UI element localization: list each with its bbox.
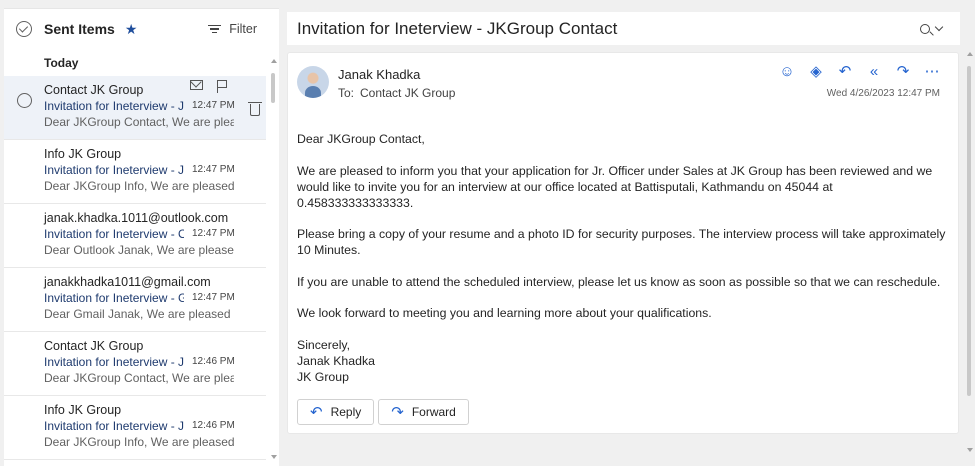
reply-icon[interactable]: ↶: [837, 64, 853, 80]
message-sender: Info JK Group: [44, 147, 122, 161]
scroll-up-icon[interactable]: [967, 52, 973, 56]
scroll-down-icon[interactable]: [967, 448, 973, 452]
favorite-star-icon[interactable]: ★: [125, 21, 138, 38]
forward-icon[interactable]: ↷: [895, 64, 911, 80]
emoji-icon[interactable]: ☺: [779, 64, 795, 80]
delete-icon[interactable]: [248, 102, 262, 116]
scroll-thumb[interactable]: [271, 73, 275, 103]
message-preview: Dear Outlook Janak, We are pleased to in…: [44, 243, 234, 257]
message-time: 12:46 PM: [192, 356, 235, 367]
more-icon[interactable]: ⋯: [924, 64, 940, 80]
zoom-button[interactable]: [920, 22, 944, 34]
message-sender: janak.khadka.1011@outlook.com: [44, 211, 229, 225]
message-subject: Invitation for Ineterview - JKGroup Cont…: [44, 99, 184, 113]
message-preview: Dear Gmail Janak, We are pleased to info…: [44, 307, 234, 321]
message-sender: Contact JK Group: [44, 83, 144, 97]
message-item[interactable]: Info JK Group Invitation for Ineterview …: [4, 140, 266, 204]
select-radio-icon[interactable]: [17, 93, 32, 108]
signoff-line: Sincerely,: [297, 337, 351, 352]
message-item[interactable]: Info JK Group Invitation for Ineterview …: [4, 396, 266, 460]
message-time: 12:47 PM: [192, 164, 235, 175]
message-item[interactable]: janak.khadka.1011@outlook.com Invitation…: [4, 204, 266, 268]
message-subject: Invitation for Ineterview - JKGroup Info: [44, 419, 184, 433]
reply-button[interactable]: ↶ Reply: [297, 399, 375, 425]
filter-button[interactable]: Filter: [207, 22, 257, 36]
reply-icon: ↶: [310, 404, 323, 421]
select-all-check-icon[interactable]: [16, 21, 32, 37]
signoff: Sincerely, Janak Khadka JK Group: [297, 337, 947, 385]
message-item[interactable]: Contact JK Group Invitation for Inetervi…: [4, 332, 266, 396]
message-preview: Dear JKGroup Info, We are pleased to inf…: [44, 435, 234, 449]
message-item[interactable]: Contact JK Group Invitation for Inetervi…: [4, 76, 266, 140]
forward-label: Forward: [411, 405, 456, 419]
reading-subject: Invitation for Ineterview - JKGroup Cont…: [297, 18, 618, 38]
message-sender: janakkhadka1011@gmail.com: [44, 275, 211, 289]
signoff-line: Janak Khadka: [297, 353, 375, 368]
body-paragraph: We look forward to meeting you and learn…: [297, 306, 712, 320]
message-list-pane: Sent Items ★ Filter Today Contact JK Gro…: [4, 8, 279, 466]
message-preview: Dear JKGroup Contact, We are pleased to …: [44, 371, 234, 385]
message-time: 12:47 PM: [192, 228, 235, 239]
subject-bar: Invitation for Ineterview - JKGroup Cont…: [287, 12, 960, 45]
message-subject: Invitation for Ineterview - Outlook Jana…: [44, 227, 184, 241]
folder-title: Sent Items: [44, 21, 115, 37]
body-paragraph: We are pleased to inform you that your a…: [297, 163, 933, 210]
to-label: To:: [338, 86, 355, 100]
reply-all-icon[interactable]: «: [866, 64, 882, 80]
message-time: 12:47 PM: [192, 100, 235, 111]
message-body: Dear JKGroup Contact, We are pleased to …: [297, 131, 947, 385]
message-sender: Contact JK Group: [44, 339, 144, 353]
message-item[interactable]: janakkhadka1011@gmail.com Invitation for…: [4, 268, 266, 332]
message-actions: ☺ ◈ ↶ « ↷ ⋯: [779, 64, 940, 80]
reading-scrollbar[interactable]: [966, 52, 973, 452]
filter-label: Filter: [229, 22, 257, 36]
message-subject: Invitation for Ineterview - Gmail Janak: [44, 291, 184, 305]
scroll-down-icon[interactable]: [271, 455, 277, 459]
flag-icon[interactable]: [217, 80, 228, 93]
body-paragraph: Please bring a copy of your resume and a…: [297, 227, 946, 257]
body-paragraph: Dear JKGroup Contact,: [297, 132, 425, 146]
group-header-today: Today: [44, 55, 79, 70]
recipient-name[interactable]: Contact JK Group: [360, 86, 455, 100]
message-subject: Invitation for Ineterview - JKGroup Cont…: [44, 355, 184, 369]
reading-pane: Janak Khadka To: Contact JK Group ☺ ◈ ↶ …: [287, 52, 959, 434]
chevron-down-icon: [934, 22, 944, 32]
message-preview: Dear JKGroup Info, We are pleased to inf…: [44, 179, 234, 193]
message-items: Contact JK Group Invitation for Inetervi…: [4, 76, 279, 460]
list-header: Sent Items ★ Filter: [4, 9, 279, 49]
list-scrollbar[interactable]: [270, 59, 277, 459]
zoom-icon: [920, 23, 930, 34]
reply-buttons: ↶ Reply ↷ Forward: [297, 399, 469, 425]
sender-name[interactable]: Janak Khadka: [338, 67, 420, 82]
scroll-thumb[interactable]: [967, 66, 971, 396]
recipient-line: To: Contact JK Group: [338, 86, 455, 100]
avatar[interactable]: [297, 66, 329, 98]
message-subject: Invitation for Ineterview - JKGroup Info: [44, 163, 184, 177]
message-sender: Info JK Group: [44, 403, 122, 417]
scroll-up-icon[interactable]: [271, 59, 277, 63]
reply-label: Reply: [330, 405, 362, 419]
message-preview: Dear JKGroup Contact, We are pleased to …: [44, 115, 234, 129]
mark-unread-icon[interactable]: [190, 80, 203, 90]
body-paragraph: If you are unable to attend the schedule…: [297, 274, 941, 289]
forward-button[interactable]: ↷ Forward: [378, 399, 469, 425]
filter-icon: [207, 25, 221, 33]
message-time: 12:47 PM: [192, 292, 235, 303]
sticker-icon[interactable]: ◈: [808, 64, 824, 80]
message-time: 12:46 PM: [192, 420, 235, 431]
signoff-line: JK Group: [297, 369, 349, 384]
message-date: Wed 4/26/2023 12:47 PM: [826, 88, 940, 99]
forward-icon: ↷: [391, 404, 404, 421]
